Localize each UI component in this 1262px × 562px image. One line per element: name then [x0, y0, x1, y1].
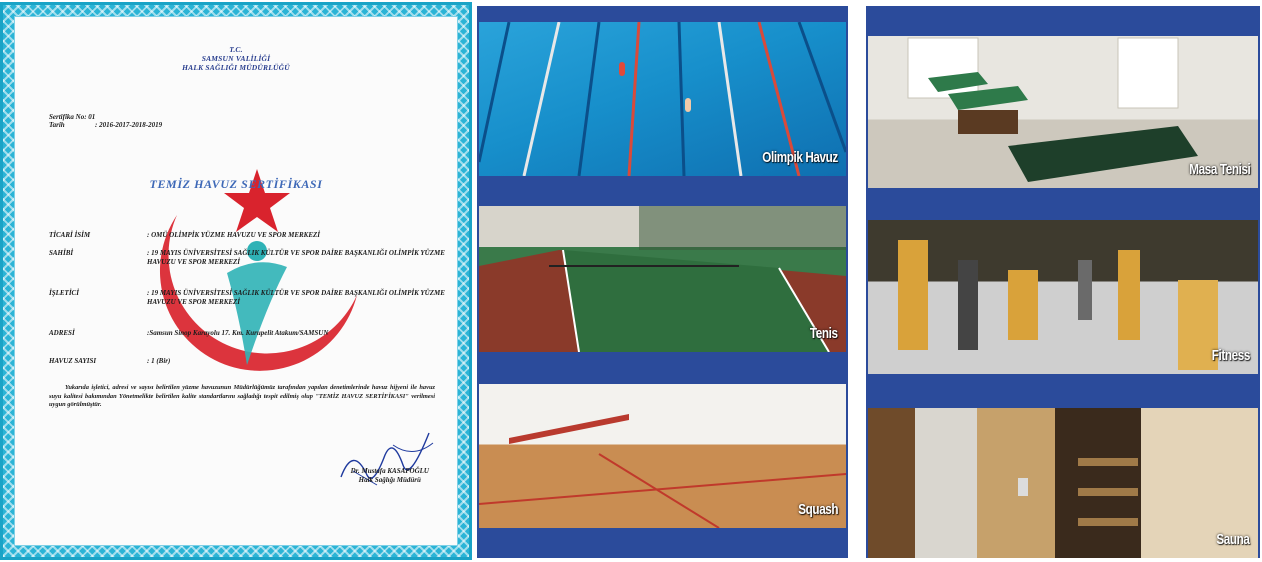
gym-machines [898, 240, 1218, 370]
date-value: : 2016-2017-2018-2019 [95, 121, 163, 129]
label-tenis: Tenis [810, 325, 838, 342]
field-value: : 19 MAYIS ÜNİVERSİTESİ SAĞLIK KÜLTÜR VE… [147, 289, 445, 306]
photo-fitness: Fitness [868, 220, 1258, 374]
field-value: : 19 MAYIS ÜNİVERSİTESİ SAĞLIK KÜLTÜR VE… [147, 249, 445, 266]
photo-column-right: Masa Tenisi Fitness Sauna [866, 6, 1260, 558]
certificate-meta: Sertifika No: 01 Tarih : 2016-2017-2018-2… [49, 113, 162, 129]
swimmer [619, 62, 625, 76]
photo-tenis: Tenis [479, 206, 846, 352]
field-label: TİCARİ İSİM [49, 231, 91, 239]
certificate-date: Tarih : 2016-2017-2018-2019 [49, 121, 162, 129]
certificate-signer: Dr. Mustafa KASAPOĞLU Halk Sağlığı Müdür… [351, 467, 429, 485]
signer-title: Halk Sağlığı Müdürü [358, 476, 421, 484]
certificate-paper: T.C. SAMSUN VALİLİĞİ HALK SAĞLIĞI MÜDÜRL… [14, 16, 458, 546]
field-value: : OMÜ OLİMPİK YÜZME HAVUZU VE SPOR MERKE… [147, 231, 321, 239]
signer-name: Dr. Mustafa KASAPOĞLU [350, 467, 429, 475]
squash-court-lines [479, 414, 846, 528]
field-value: :Samsun Sinop Karayolu 17. Km. Kurupelit… [147, 329, 329, 337]
sauna-interior [1018, 458, 1138, 526]
header-line-1: T.C. [229, 45, 243, 54]
field-label: SAHİBİ [49, 249, 74, 257]
certificate-title: TEMİZ HAVUZ SERTİFİKASI [149, 177, 323, 191]
label-olimpik-havuz: Olimpik Havuz [762, 149, 838, 166]
photo-column-middle: Olimpik Havuz Tenis Squash [477, 6, 848, 558]
label-fitness: Fitness [1211, 347, 1251, 364]
photo-squash: Squash [479, 384, 846, 528]
tennis-court-lines [479, 206, 846, 352]
field-value: : 1 (Bir) [147, 357, 171, 365]
header-line-3: HALK SAĞLIĞI MÜDÜRLÜĞÜ [182, 63, 290, 72]
photo-olimpik-havuz: Olimpik Havuz [479, 22, 846, 176]
photo-masa-tenisi: Masa Tenisi [868, 36, 1258, 188]
field-label: İŞLETİCİ [49, 289, 79, 297]
certificate-header: T.C. SAMSUN VALİLİĞİ HALK SAĞLIĞI MÜDÜRL… [15, 45, 457, 72]
photo-sauna: Sauna [868, 408, 1258, 558]
date-label: Tarih [49, 121, 65, 129]
certificate-body-text: Yukarıda işletici, adresi ve sayısı beli… [49, 384, 435, 408]
certificate: T.C. SAMSUN VALİLİĞİ HALK SAĞLIĞI MÜDÜRL… [0, 2, 472, 560]
label-sauna: Sauna [1216, 531, 1251, 548]
label-masa-tenisi: Masa Tenisi [1188, 161, 1251, 178]
certificate-number: Sertifika No: 01 [49, 113, 96, 121]
swimmer [685, 98, 691, 112]
field-label: ADRESİ [49, 329, 75, 337]
header-line-2: SAMSUN VALİLİĞİ [201, 54, 271, 63]
field-label: HAVUZ SAYISI [49, 357, 97, 365]
label-squash: Squash [798, 501, 838, 518]
